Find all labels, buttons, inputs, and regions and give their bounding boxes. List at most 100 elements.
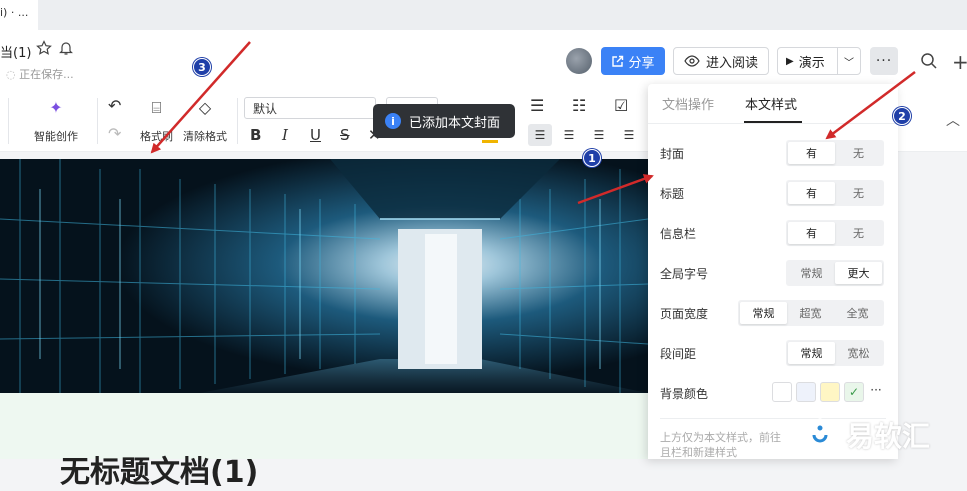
title-option-yes[interactable]: 有	[788, 182, 835, 204]
browser-tab[interactable]: i) · ...	[0, 0, 38, 30]
highlight-color-icon[interactable]	[482, 140, 498, 143]
format-painter-label: 格式刷	[140, 130, 173, 143]
font-size-setting-row: 全局字号 常规 更大	[660, 260, 886, 286]
cover-option-no[interactable]: 无	[835, 142, 882, 164]
font-size-label: 全局字号	[660, 267, 709, 281]
cover-setting-row: 封面 有 无	[660, 140, 886, 166]
title-setting-row: 标题 有 无	[660, 180, 886, 206]
panel-tabs: 文档操作 本文样式	[648, 84, 898, 124]
cover-label: 封面	[660, 147, 685, 161]
check-icon: ✓	[848, 385, 860, 399]
bold-button[interactable]: B	[250, 126, 261, 144]
cover-option-yes[interactable]: 有	[788, 142, 835, 164]
toolbar-divider	[97, 98, 98, 144]
paragraph-spacing-option-normal[interactable]: 常规	[788, 342, 835, 364]
clear-format-button[interactable]: ◇ 清除格式	[183, 98, 227, 144]
justify-button[interactable]: ☰	[617, 124, 641, 146]
chevron-down-icon: ﹀	[844, 57, 854, 69]
title-option-no[interactable]: 无	[835, 182, 882, 204]
font-size-option-normal[interactable]: 常规	[788, 262, 835, 284]
doc-style-panel: 文档操作 本文样式 封面 有 无 标题 有 无 信息栏 有 无 全局字号 常规 …	[648, 84, 898, 459]
italic-button[interactable]: I	[282, 126, 288, 144]
swatch-light-yellow[interactable]	[820, 382, 840, 402]
page-width-option-wide[interactable]: 超宽	[787, 302, 834, 324]
play-icon: ▶	[786, 55, 794, 67]
paragraph-spacing-toggle: 常规 宽松	[786, 340, 884, 366]
info-bar-option-no[interactable]: 无	[835, 222, 882, 244]
tab-title: i) · ...	[0, 6, 29, 19]
watermark-logo-icon	[806, 417, 834, 452]
toolbar-divider	[8, 98, 9, 144]
font-family-select[interactable]: 默认	[244, 97, 376, 119]
more-options-button[interactable]: ···	[870, 47, 898, 75]
paragraph-spacing-label: 段间距	[660, 347, 697, 361]
step-badge-3: 3	[193, 58, 211, 76]
title-toggle: 有 无	[786, 180, 884, 206]
chevron-up-icon[interactable]: ︿	[946, 110, 960, 130]
bell-icon[interactable]	[58, 40, 74, 59]
font-size-toggle: 常规 更大	[786, 260, 884, 286]
align-center-button[interactable]: ☰	[557, 124, 581, 146]
info-icon: i	[385, 113, 401, 129]
page-width-label: 页面宽度	[660, 307, 709, 321]
redo-icon[interactable]: ↷	[108, 124, 121, 144]
active-tab-indicator	[744, 121, 802, 123]
present-label: 演示	[798, 55, 825, 71]
eraser-icon: ◇	[198, 98, 212, 117]
reading-mode-button[interactable]: 进入阅读	[673, 47, 769, 75]
justify-icon: ☰	[623, 128, 635, 142]
checklist-icon[interactable]: ☑	[614, 96, 628, 116]
doc-title[interactable]: 当(1)	[0, 42, 31, 61]
info-bar-setting-row: 信息栏 有 无	[660, 220, 886, 246]
eye-icon	[684, 55, 700, 67]
tab-doc-operations[interactable]: 文档操作	[662, 94, 714, 113]
bullet-list-icon[interactable]: ☰	[530, 96, 544, 116]
page-width-toggle: 常规 超宽 全宽	[738, 300, 884, 326]
strikethrough-button[interactable]: S	[340, 126, 350, 144]
document-heading[interactable]: 无标题文档(1)	[60, 447, 258, 491]
numbered-list-icon[interactable]: ☷	[572, 96, 586, 116]
share-button[interactable]: 分享	[601, 47, 665, 75]
plus-icon[interactable]: +	[952, 50, 967, 74]
swatch-light-green-selected[interactable]: ✓	[844, 382, 864, 402]
background-color-label: 背景颜色	[660, 387, 709, 401]
paragraph-spacing-setting-row: 段间距 常规 宽松	[660, 340, 886, 366]
underline-button[interactable]: U	[310, 126, 321, 144]
page-width-option-full[interactable]: 全宽	[834, 302, 881, 324]
background-color-setting-row: 背景颜色 ✓ ···	[660, 380, 886, 406]
paragraph-spacing-option-loose[interactable]: 宽松	[835, 342, 882, 364]
toast-text: 已添加本文封面	[409, 115, 501, 131]
font-family-value: 默认	[253, 102, 278, 116]
step-badge-2: 2	[893, 107, 911, 125]
info-bar-option-yes[interactable]: 有	[788, 222, 835, 244]
info-bar-label: 信息栏	[660, 227, 697, 241]
clear-format-label: 清除格式	[183, 130, 227, 143]
ai-create-button[interactable]: ✦ 智能创作	[34, 98, 78, 144]
more-colors-button[interactable]: ···	[866, 382, 886, 402]
page-width-option-normal[interactable]: 常规	[740, 302, 787, 324]
star-icon[interactable]	[36, 40, 52, 59]
brush-icon: ⌸	[151, 98, 162, 117]
toast-notification: i 已添加本文封面	[373, 104, 515, 138]
cover-toggle: 有 无	[786, 140, 884, 166]
format-painter-button[interactable]: ⌸ 格式刷	[140, 98, 173, 144]
swatch-white[interactable]	[772, 382, 792, 402]
present-button[interactable]: ▶ 演示 ﹀	[777, 47, 861, 75]
font-size-option-larger[interactable]: 更大	[835, 262, 882, 284]
swatch-light-blue[interactable]	[796, 382, 816, 402]
doc-header: 当(1) ◌ 正在保存... 分享 进入阅读 ▶ 演示 ﹀ ··· +	[0, 30, 967, 90]
undo-icon[interactable]: ↶	[108, 96, 121, 116]
present-dropdown-toggle[interactable]: ﹀	[838, 54, 860, 69]
share-icon	[612, 55, 624, 67]
watermark: 易软汇	[800, 410, 967, 459]
align-left-button[interactable]: ☰	[528, 124, 552, 146]
avatar[interactable]	[566, 48, 592, 74]
search-icon[interactable]	[920, 52, 938, 73]
cover-image[interactable]	[0, 159, 648, 393]
tab-doc-style[interactable]: 本文样式	[745, 94, 797, 113]
title-label: 标题	[660, 187, 685, 201]
align-right-icon: ☰	[593, 128, 605, 142]
save-status-icon: ◌	[6, 68, 20, 81]
magic-wand-icon: ✦	[49, 98, 63, 117]
align-right-button[interactable]: ☰	[587, 124, 611, 146]
